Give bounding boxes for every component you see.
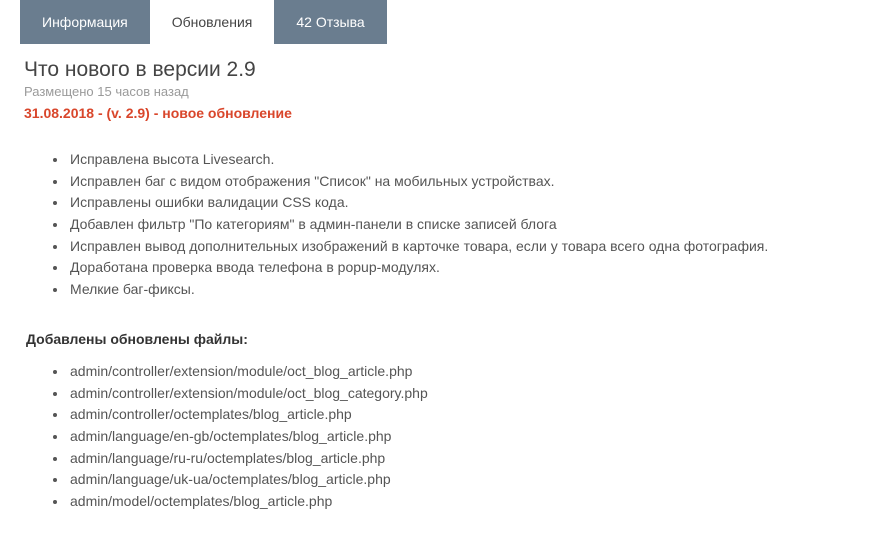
- tab-updates[interactable]: Обновления: [150, 0, 275, 44]
- list-item: admin/language/ru-ru/octemplates/blog_ar…: [68, 448, 862, 470]
- list-item: admin/controller/octemplates/blog_articl…: [68, 404, 862, 426]
- list-item: Доработана проверка ввода телефона в pop…: [68, 257, 862, 279]
- tabs-bar: Информация Обновления 42 Отзыва: [0, 0, 886, 44]
- tab-reviews[interactable]: 42 Отзыва: [274, 0, 386, 44]
- content-area: Что нового в версии 2.9 Размещено 15 час…: [0, 44, 886, 513]
- list-item: admin/controller/extension/module/oct_bl…: [68, 383, 862, 405]
- list-item: Исправлен вывод дополнительных изображен…: [68, 236, 862, 258]
- list-item: Мелкие баг-фиксы.: [68, 279, 862, 301]
- list-item: admin/model/octemplates/blog_article.php: [68, 491, 862, 513]
- list-item: admin/controller/extension/module/oct_bl…: [68, 361, 862, 383]
- list-item: admin/language/uk-ua/octemplates/blog_ar…: [68, 469, 862, 491]
- changes-list: Исправлена высота Livesearch. Исправлен …: [24, 149, 862, 301]
- list-item: Исправлены ошибки валидации CSS кода.: [68, 192, 862, 214]
- page-title: Что нового в версии 2.9: [24, 58, 862, 82]
- list-item: Добавлен фильтр "По категориям" в админ-…: [68, 214, 862, 236]
- list-item: Исправлен баг с видом отображения "Списо…: [68, 171, 862, 193]
- files-heading: Добавлены обновлены файлы:: [26, 331, 862, 347]
- list-item: admin/language/en-gb/octemplates/blog_ar…: [68, 426, 862, 448]
- files-list: admin/controller/extension/module/oct_bl…: [24, 361, 862, 513]
- list-item: Исправлена высота Livesearch.: [68, 149, 862, 171]
- tab-info[interactable]: Информация: [20, 0, 150, 44]
- posted-time: Размещено 15 часов назад: [24, 84, 862, 99]
- release-line: 31.08.2018 - (v. 2.9) - новое обновление: [24, 105, 862, 121]
